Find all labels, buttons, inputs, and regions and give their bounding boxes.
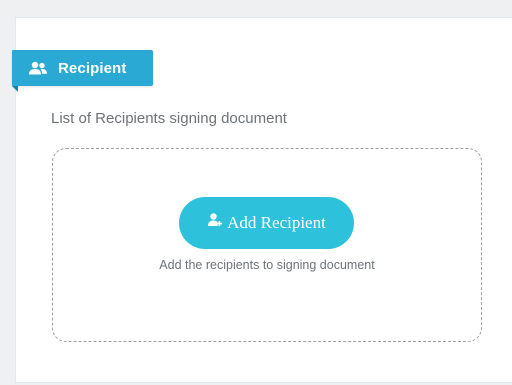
user-plus-icon — [207, 212, 223, 228]
users-icon — [28, 61, 48, 75]
add-recipient-label: Add Recipient — [227, 213, 326, 232]
recipient-header-ribbon: Recipient — [12, 50, 153, 86]
add-recipient-button[interactable]: Add Recipient — [179, 197, 354, 249]
ribbon-fold — [12, 86, 18, 92]
dropzone-hint: Add the recipients to signing document — [159, 258, 375, 272]
panel-title: Recipient — [58, 59, 127, 77]
panel-subtitle: List of Recipients signing document — [51, 110, 287, 127]
